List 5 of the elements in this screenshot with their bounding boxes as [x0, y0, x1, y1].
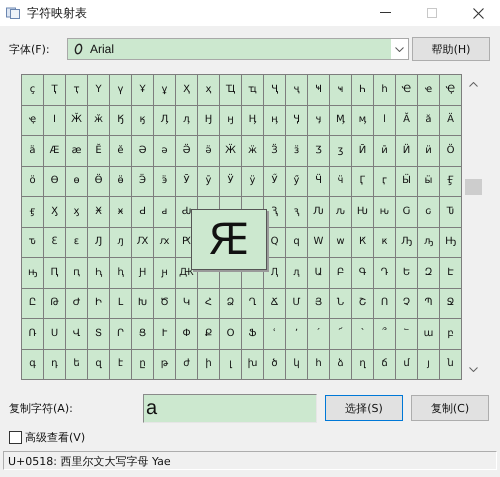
copy-label: 复制字符(A):	[9, 400, 74, 416]
status-bar: U+0518: 西里尔文大写字母 Yae	[3, 451, 497, 470]
font-label: 字体(F):	[9, 42, 51, 56]
window-title: 字符映射表	[27, 4, 87, 22]
magnified-character-tooltip: Ԙ	[191, 209, 267, 270]
